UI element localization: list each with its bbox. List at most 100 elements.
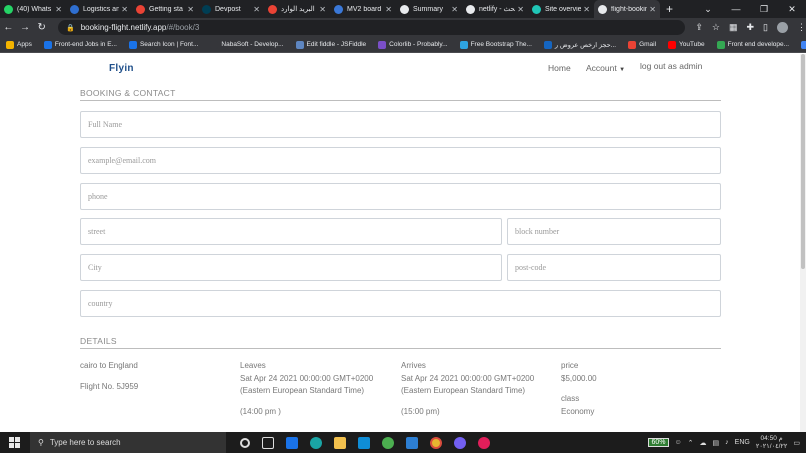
close-tab-icon[interactable]: ✕	[451, 5, 458, 14]
country-input[interactable]: country	[80, 290, 721, 317]
forward-icon[interactable]: →	[17, 22, 34, 33]
scrollbar-thumb[interactable]	[801, 54, 805, 269]
cortana-icon[interactable]	[240, 437, 250, 448]
close-tab-icon[interactable]: ✕	[121, 5, 128, 14]
close-tab-icon[interactable]: ✕	[187, 5, 194, 14]
reload-icon[interactable]: ↻	[33, 22, 50, 33]
city-input[interactable]: City	[80, 254, 502, 281]
window-controls: ⌄ — ❐ ✕	[694, 0, 806, 18]
browser-tab[interactable]: Logistics an ✕	[66, 0, 132, 18]
bookmark-item[interactable]: Colorlib - Probably...	[378, 40, 448, 49]
bookmark-favicon-icon	[543, 40, 552, 49]
leaves-label: Leaves	[240, 361, 266, 370]
chevron-up-icon[interactable]: ⌃	[688, 439, 694, 447]
maximize-button[interactable]: ❐	[750, 4, 778, 15]
tab-search-icon[interactable]: ⌄	[694, 4, 722, 15]
bookmark-item[interactable]: Search Icon | Font...	[128, 40, 198, 49]
tab-label: Getting sta	[149, 5, 183, 13]
task-view-icon[interactable]	[262, 436, 274, 449]
mail-icon[interactable]	[286, 436, 298, 449]
bookmark-label: NabaSoft - Develop...	[221, 41, 284, 48]
bookmark-item[interactable]: Gmail	[628, 40, 656, 49]
back-icon[interactable]: ←	[0, 22, 17, 33]
network-icon[interactable]: ▤	[713, 439, 720, 447]
taskbar-search[interactable]: ⚲ Type here to search	[30, 432, 226, 453]
sidebar-icon[interactable]: ▯	[763, 22, 768, 33]
language-indicator[interactable]: ENG	[735, 439, 750, 446]
minimize-button[interactable]: —	[722, 4, 750, 14]
bookmark-item[interactable]: Free Bootstrap The...	[459, 40, 532, 49]
browser-tab[interactable]: البريد الوارد ✕	[264, 0, 330, 18]
lync-icon[interactable]	[358, 436, 370, 449]
bookmark-item[interactable]: Apps	[6, 40, 32, 49]
close-tab-icon[interactable]: ✕	[649, 5, 656, 14]
close-tab-icon[interactable]: ✕	[583, 5, 590, 14]
close-tab-icon[interactable]: ✕	[55, 5, 62, 14]
tab-label: البريد الوارد	[281, 6, 315, 13]
street-input[interactable]: street	[80, 218, 502, 245]
bookmark-item[interactable]: NabaSoft - Develop...	[210, 40, 284, 49]
viber-icon[interactable]	[454, 436, 466, 449]
clock[interactable]: 04:50 م ٢٠٢١/٠٤/٢٢	[756, 435, 788, 451]
xbox-icon[interactable]	[382, 436, 394, 449]
chrome-icon[interactable]	[430, 436, 442, 449]
browser-tab[interactable]: Getting sta ✕	[132, 0, 198, 18]
nav-account-dropdown[interactable]: Account ▼	[586, 63, 625, 73]
bookmark-item[interactable]: Maps	[801, 40, 806, 49]
extension-icon[interactable]: ▦	[729, 22, 738, 33]
email-placeholder: example@email.com	[88, 156, 157, 165]
bookmark-star-icon[interactable]: ☆	[712, 22, 720, 33]
file-explorer-icon[interactable]	[334, 436, 346, 449]
bookmark-item[interactable]: Front end develope...	[716, 40, 789, 49]
logout-link[interactable]: log out as admin	[640, 61, 702, 71]
browser-tab[interactable]: flight-bookin ✕	[594, 0, 660, 18]
close-tab-icon[interactable]: ✕	[385, 5, 392, 14]
browser-tab[interactable]: MV2 board ✕	[330, 0, 396, 18]
browser-tab[interactable]: (40) Whats ✕	[0, 0, 66, 18]
windows-start-icon[interactable]	[9, 437, 20, 448]
browser-tab[interactable]: Summary ✕	[396, 0, 462, 18]
people-icon[interactable]: ☺	[675, 439, 682, 446]
page-scrollbar[interactable]	[800, 54, 806, 432]
battery-indicator[interactable]: 60%	[648, 438, 669, 447]
close-tab-icon[interactable]: ✕	[253, 5, 260, 14]
puzzle-icon[interactable]: ✚	[746, 22, 754, 33]
volume-icon[interactable]: ♪	[725, 439, 729, 446]
email-input[interactable]: example@email.com	[80, 147, 721, 174]
notifications-icon[interactable]: ▭	[793, 439, 800, 447]
new-tab-button[interactable]: +	[666, 2, 673, 16]
phone-input[interactable]: phone	[80, 183, 721, 210]
browser-tab[interactable]: Site overvie ✕	[528, 0, 594, 18]
divider	[80, 348, 721, 349]
nav-home-link[interactable]: Home	[548, 63, 571, 73]
city-placeholder: City	[88, 263, 102, 272]
postcode-input[interactable]: post-code	[507, 254, 721, 281]
brand-logo[interactable]: Flyin	[109, 63, 134, 74]
profile-avatar[interactable]	[776, 22, 788, 33]
menu-icon[interactable]: ⋮	[797, 22, 806, 33]
edge-icon[interactable]	[310, 436, 322, 449]
bookmark-item[interactable]: YouTube	[668, 40, 705, 49]
bookmark-label: Free Bootstrap The...	[470, 41, 532, 48]
close-window-button[interactable]: ✕	[778, 4, 806, 15]
full-name-input[interactable]: Full Name	[80, 111, 721, 138]
close-tab-icon[interactable]: ✕	[319, 5, 326, 14]
bookmark-item[interactable]: Front-end Jobs in E...	[43, 40, 117, 49]
vscode-icon[interactable]	[406, 436, 418, 449]
share-icon[interactable]: ⇪	[695, 22, 703, 33]
cloud-icon[interactable]: ☁	[700, 439, 707, 447]
browser-tab[interactable]: netlify - بحث✕	[462, 0, 528, 18]
lock-icon: 🔒	[65, 24, 75, 32]
close-tab-icon[interactable]: ✕	[517, 5, 524, 14]
tab-label: Site overvie	[545, 5, 582, 13]
bookmark-label: Front-end Jobs in E...	[54, 41, 117, 48]
slack-icon[interactable]	[478, 436, 490, 449]
address-bar[interactable]: 🔒 booking-flight.netlify.app/#/book/3	[57, 20, 686, 35]
arrives-date: Sat Apr 24 2021 00:00:00 GMT+0200	[401, 373, 535, 383]
gmail-icon	[136, 4, 145, 14]
block-number-input[interactable]: block number	[507, 218, 721, 245]
price-value: $5,000.00	[561, 373, 597, 383]
bookmark-item[interactable]: حجز ارخص عروض ر...	[543, 40, 616, 49]
bookmark-item[interactable]: Edit fiddle - JSFiddle	[295, 40, 366, 49]
browser-tab[interactable]: Devpost ✕	[198, 0, 264, 18]
